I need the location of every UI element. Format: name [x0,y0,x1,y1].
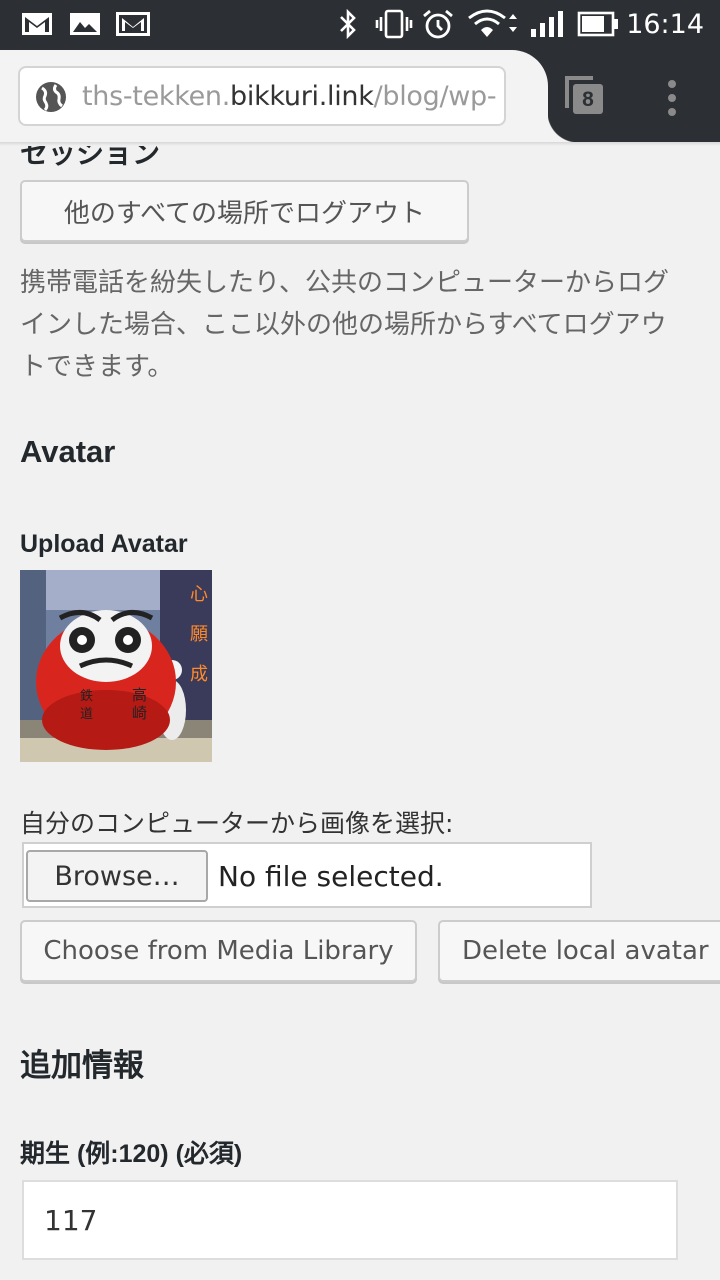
graduation-year-label: 期生 (例:120) (必須) [20,1140,243,1168]
svg-text:崎: 崎 [132,704,147,722]
avatar-image: 心 願 成 高 崎 鉄 道 [20,570,212,762]
choose-media-library-button[interactable]: Choose from Media Library [20,920,417,982]
svg-text:鉄: 鉄 [80,689,93,704]
url-suffix: /blog/wp- [373,81,497,112]
upload-avatar-label: Upload Avatar [20,530,188,558]
url-tab: ths-tekken.bikkuri.link/blog/wp- [0,50,578,142]
svg-text:願: 願 [190,624,208,645]
signal-icon [528,10,566,38]
profile-page: セッション 他のすべての場所でログアウト 携帯電話を紛失したり、公共のコンピュー… [0,146,720,1280]
clock: 16:14 [626,9,704,40]
sessions-description: 携帯電話を紛失したり、公共のコンピューターからログインした場合、ここ以外の他の場… [20,268,669,382]
url-domain: bikkuri.link [230,81,374,112]
file-input[interactable]: Browse… No file selected. [22,842,592,908]
overflow-menu-icon[interactable] [664,78,680,118]
tab-switcher-button[interactable]: 8 [563,74,607,118]
file-status: No file selected. [218,860,444,893]
sessions-heading: セッション [20,146,161,169]
status-bar: 16:14 [0,0,720,50]
additional-info-heading: 追加情報 [20,1048,144,1083]
svg-text:成: 成 [190,664,208,685]
url-bar[interactable]: ths-tekken.bikkuri.link/blog/wp- [18,66,506,126]
svg-text:道: 道 [80,707,93,722]
url-prefix: ths-tekken. [82,81,231,112]
wifi-icon [466,9,520,38]
gmail-icon [20,10,54,38]
browse-button[interactable]: Browse… [26,850,208,902]
vibrate-icon [374,9,414,39]
svg-text:心: 心 [190,584,208,605]
graduation-year-input[interactable]: 117 [22,1180,678,1260]
logout-everywhere-button[interactable]: 他のすべての場所でログアウト [20,180,469,242]
avatar-heading: Avatar [20,434,116,469]
delete-local-avatar-button[interactable]: Delete local avatar [438,920,720,982]
browser-toolbar: ths-tekken.bikkuri.link/blog/wp- 8 [0,50,720,142]
select-file-label: 自分のコンピューターから画像を選択: [20,809,454,838]
battery-icon [576,10,620,38]
gmail-icon [114,10,152,38]
photos-icon [68,10,102,38]
svg-text:高: 高 [132,686,147,704]
url-text: ths-tekken.bikkuri.link/blog/wp- [82,81,497,112]
tab-count: 8 [582,88,594,111]
bluetooth-icon [336,9,360,39]
globe-icon [34,80,68,114]
alarm-icon [420,9,456,39]
